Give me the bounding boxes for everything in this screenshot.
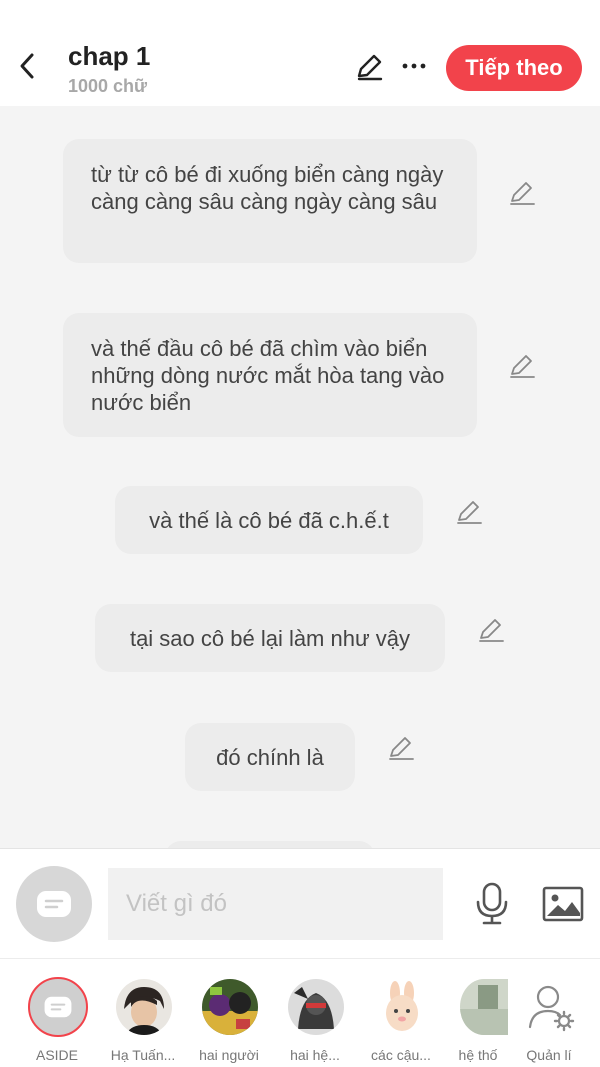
pencil-icon bbox=[357, 54, 383, 81]
aside-avatar bbox=[28, 977, 88, 1037]
message-input[interactable] bbox=[108, 868, 443, 940]
edit-message-icon[interactable] bbox=[454, 497, 484, 527]
character-label: Quản lí bbox=[526, 1047, 572, 1063]
back-button[interactable] bbox=[10, 48, 44, 84]
manage-icon-wrap bbox=[524, 979, 580, 1035]
character-label: hai người bbox=[199, 1047, 259, 1063]
avatar bbox=[460, 979, 508, 1035]
aside-icon bbox=[44, 996, 72, 1018]
avatar bbox=[116, 979, 172, 1035]
voice-button[interactable] bbox=[468, 879, 516, 929]
message-list[interactable]: từ từ cô bé đi xuống biển càng ngày càng… bbox=[0, 106, 600, 848]
composer-bar bbox=[0, 848, 600, 958]
character-aside[interactable]: ASIDE bbox=[16, 969, 98, 1064]
character-label: Hạ Tuấn... bbox=[110, 1047, 176, 1063]
partial-message-bubble bbox=[165, 841, 375, 848]
character-item[interactable]: Hạ Tuấn... bbox=[102, 969, 184, 1064]
character-bar: ASIDE Hạ Tuấn... hai người hai hệ... các… bbox=[0, 958, 600, 1067]
aside-toggle-button[interactable] bbox=[16, 866, 92, 942]
edit-title-button[interactable] bbox=[352, 50, 386, 84]
aside-icon bbox=[37, 891, 71, 917]
more-icon bbox=[402, 63, 426, 69]
word-count: 1000 chữ bbox=[68, 76, 148, 96]
edit-message-icon[interactable] bbox=[507, 351, 537, 381]
edit-message-icon[interactable] bbox=[386, 733, 416, 763]
back-icon bbox=[20, 53, 34, 79]
character-item[interactable]: các cậu... bbox=[360, 969, 442, 1064]
character-label: các cậu... bbox=[371, 1047, 431, 1063]
image-icon bbox=[542, 886, 584, 922]
edit-message-icon[interactable] bbox=[507, 178, 537, 208]
character-label: ASIDE bbox=[35, 1047, 78, 1063]
manage-characters-button[interactable]: Quản lí bbox=[508, 969, 588, 1064]
edit-message-icon[interactable] bbox=[476, 615, 506, 645]
character-label: hệ thố bbox=[458, 1047, 498, 1063]
next-button[interactable]: Tiếp theo bbox=[446, 45, 582, 91]
chapter-title: chap 1 bbox=[68, 41, 151, 71]
message-bubble[interactable]: đó chính là bbox=[185, 723, 355, 791]
character-label: hai hệ... bbox=[290, 1047, 340, 1063]
message-bubble[interactable]: và thế là cô bé đã c.h.ế.t bbox=[115, 486, 423, 554]
avatar bbox=[374, 979, 430, 1035]
avatar bbox=[288, 979, 344, 1035]
image-button[interactable] bbox=[538, 879, 588, 929]
character-item[interactable]: hai hệ... bbox=[274, 969, 356, 1064]
user-settings-icon bbox=[528, 985, 575, 1032]
message-bubble[interactable]: và thế đầu cô bé đã chìm vào biển những … bbox=[63, 313, 477, 437]
top-bar: chap 1 1000 chữ Tiếp theo bbox=[0, 0, 600, 106]
message-bubble[interactable]: tại sao cô bé lại làm như vậy bbox=[95, 604, 445, 672]
character-item[interactable]: hai người bbox=[188, 969, 270, 1064]
more-button[interactable] bbox=[398, 50, 430, 82]
message-bubble[interactable]: từ từ cô bé đi xuống biển càng ngày càng… bbox=[63, 139, 477, 263]
avatar bbox=[202, 979, 258, 1035]
microphone-icon bbox=[476, 882, 508, 925]
